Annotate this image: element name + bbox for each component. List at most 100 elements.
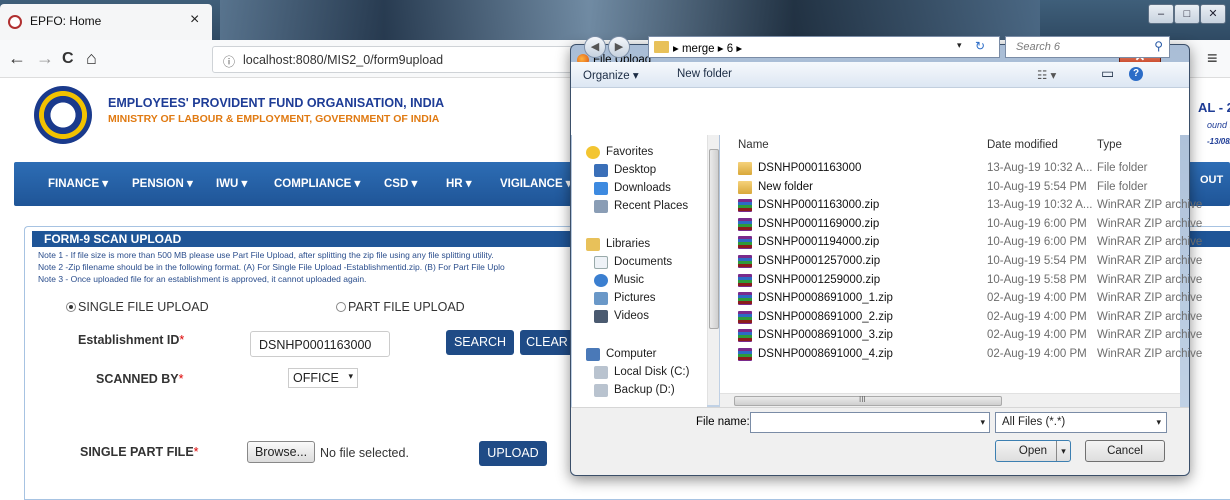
radio-checked-icon[interactable] — [66, 302, 76, 312]
computer-icon — [586, 348, 600, 361]
libraries-icon — [586, 238, 600, 251]
back-icon[interactable]: ← — [8, 48, 26, 69]
file-name: DSNHP0001257000.zip — [758, 255, 881, 267]
browse-button[interactable]: Browse... — [247, 441, 315, 463]
file-row[interactable]: DSNHP0008691000_4.zip 02-Aug-19 4:00 PM Wi… — [720, 345, 1202, 364]
nav-csd[interactable]: CSD ▾ — [384, 176, 417, 190]
radio-part-label: PART FILE UPLOAD — [348, 300, 465, 314]
file-row[interactable]: DSNHP0008691000_2.zip 02-Aug-19 4:00 PM Wi… — [720, 308, 1202, 327]
url-text[interactable]: localhost:8080/MIS2_0/form9upload — [243, 53, 443, 67]
nav-hr[interactable]: HR ▾ — [446, 176, 472, 190]
file-name: DSNHP0008691000_3.zip — [758, 329, 893, 342]
help-icon[interactable]: ? — [1129, 67, 1143, 81]
folder-icon — [738, 162, 752, 175]
dialog-search-input[interactable]: Search 6 ⚲ — [1005, 36, 1170, 58]
zip-archive-icon — [738, 329, 752, 343]
window-close-button[interactable]: ✕ — [1200, 4, 1226, 24]
folder-icon — [654, 41, 669, 53]
dialog-path[interactable]: ▸ merge ▸ 6 ▸ — [673, 41, 742, 55]
file-row[interactable]: DSNHP0008691000_3.zip 02-Aug-19 4:00 PM Wi… — [720, 326, 1202, 345]
panel-title: FORM-9 SCAN UPLOAD — [44, 232, 182, 246]
refresh-icon[interactable]: ↻ — [975, 39, 985, 53]
file-type: WinRAR ZIP archive — [1097, 273, 1203, 286]
no-file-text: No file selected. — [320, 446, 409, 460]
hamburger-menu-icon[interactable]: ≡ — [1207, 48, 1218, 69]
clear-button[interactable]: CLEAR — [520, 330, 574, 355]
file-row[interactable]: DSNHP0001169000.zip 10-Aug-19 6:00 PM WinR… — [720, 215, 1202, 234]
nav-iwu[interactable]: IWU ▾ — [216, 176, 247, 190]
single-part-file-label: SINGLE PART FILE* — [80, 445, 199, 459]
file-row[interactable]: DSNHP0001163000.zip 13-Aug-19 10:32 A... W… — [720, 196, 1202, 215]
dialog-body-top — [571, 88, 1189, 135]
org-title: EMPLOYEES' PROVIDENT FUND ORGANISATION, … — [108, 96, 445, 110]
chevron-down-icon[interactable]: ▾ — [980, 417, 985, 428]
dialog-forward-button[interactable]: ▶ — [608, 36, 630, 58]
radio-unchecked-icon[interactable] — [336, 302, 346, 312]
establishment-id-input[interactable]: DSNHP0001163000 — [250, 331, 390, 357]
cancel-button[interactable]: Cancel — [1085, 440, 1165, 462]
nav-pension[interactable]: PENSION ▾ — [132, 176, 193, 190]
file-type: WinRAR ZIP archive — [1097, 329, 1203, 342]
nav-logout[interactable]: OUT — [1200, 174, 1223, 186]
file-type: File folder — [1097, 180, 1148, 193]
file-row[interactable]: DSNHP0001194000.zip 10-Aug-19 6:00 PM WinR… — [720, 233, 1202, 252]
nav-finance[interactable]: FINANCE ▾ — [48, 176, 108, 190]
file-date-modified: 13-Aug-19 10:32 A... — [987, 199, 1093, 212]
view-options-icon[interactable]: ☷ ▾ — [1037, 68, 1056, 82]
zip-archive-icon — [738, 292, 752, 306]
nav-pane-scrollbar[interactable] — [707, 135, 719, 405]
dialog-back-button[interactable]: ◀ — [584, 36, 606, 58]
reload-icon[interactable]: C — [62, 50, 74, 68]
radio-part-file[interactable]: PART FILE UPLOAD — [336, 300, 465, 314]
open-button[interactable]: Open ▾ — [995, 440, 1071, 462]
note-1: Note 1 - If file size is more than 500 M… — [38, 250, 494, 260]
radio-single-label: SINGLE FILE UPLOAD — [78, 300, 209, 314]
column-type[interactable]: Type — [1097, 139, 1122, 151]
hard-drive-icon — [594, 366, 608, 379]
preview-pane-icon[interactable]: ▭ — [1101, 65, 1114, 82]
organize-button[interactable]: Organize ▾ — [583, 68, 639, 82]
file-row[interactable]: DSNHP0008691000_1.zip 02-Aug-19 4:00 PM Wi… — [720, 289, 1202, 308]
portal-date: -13/08/2019 — [1207, 137, 1230, 146]
file-list-hscrollbar[interactable]: III — [720, 393, 1180, 407]
file-row[interactable]: DSNHP0001163000 13-Aug-19 10:32 A... File … — [720, 159, 1172, 178]
zip-archive-icon — [738, 199, 752, 213]
file-name: DSNHP0001259000.zip — [758, 273, 881, 286]
search-button[interactable]: SEARCH — [446, 330, 514, 355]
videos-icon — [594, 310, 608, 323]
file-type: WinRAR ZIP archive — [1097, 292, 1203, 305]
scanned-by-select[interactable]: OFFICE ▾ — [288, 368, 358, 388]
file-name-label: File name: — [696, 416, 750, 428]
column-date-modified[interactable]: Date modified — [987, 139, 1058, 151]
file-type-filter[interactable]: All Files (*.*) ▾ — [995, 412, 1167, 433]
window-minimize-button[interactable]: – — [1148, 4, 1174, 24]
browser-tab[interactable]: EPFO: Home × — [0, 4, 212, 40]
search-icon[interactable]: ⚲ — [1154, 39, 1163, 53]
tab-close-icon[interactable]: × — [190, 11, 199, 29]
dialog-address-bar[interactable]: ▸ merge ▸ 6 ▸ ▾ ↻ — [648, 36, 1000, 58]
chevron-down-icon[interactable]: ▾ — [957, 40, 962, 51]
window-maximize-button[interactable]: □ — [1174, 4, 1200, 24]
chevron-down-icon[interactable]: ▾ — [1056, 441, 1070, 461]
hard-drive-icon — [594, 384, 608, 397]
forward-icon[interactable]: → — [36, 48, 54, 69]
pictures-icon — [594, 292, 608, 305]
column-name[interactable]: Name — [738, 139, 769, 151]
radio-single-file[interactable]: SINGLE FILE UPLOAD — [66, 300, 209, 314]
upload-button[interactable]: UPLOAD — [479, 441, 547, 466]
new-folder-button[interactable]: New folder — [677, 68, 732, 80]
nav-vigilance[interactable]: VIGILANCE ▾ — [500, 176, 572, 190]
file-row[interactable]: New folder 10-Aug-19 5:54 PM File folder — [720, 178, 1172, 197]
file-date-modified: 10-Aug-19 5:54 PM — [987, 255, 1087, 267]
file-row[interactable]: DSNHP0001259000.zip 10-Aug-19 5:58 PM WinR… — [720, 271, 1202, 290]
dialog-file-list: Name Date modified Type DSNHP0001163000 1… — [720, 135, 1202, 393]
zip-archive-icon — [738, 217, 752, 231]
file-name-input[interactable]: ▾ — [750, 412, 990, 433]
scrollbar-thumb[interactable] — [709, 149, 719, 329]
scrollbar-thumb[interactable]: III — [734, 395, 1002, 406]
file-row[interactable]: DSNHP0001257000.zip 10-Aug-19 5:54 PM WinR… — [720, 252, 1202, 271]
home-icon[interactable]: ⌂ — [86, 48, 97, 69]
site-info-icon[interactable]: ⓘ — [223, 53, 235, 70]
nav-compliance[interactable]: COMPLIANCE ▾ — [274, 176, 360, 190]
music-icon — [594, 274, 608, 287]
